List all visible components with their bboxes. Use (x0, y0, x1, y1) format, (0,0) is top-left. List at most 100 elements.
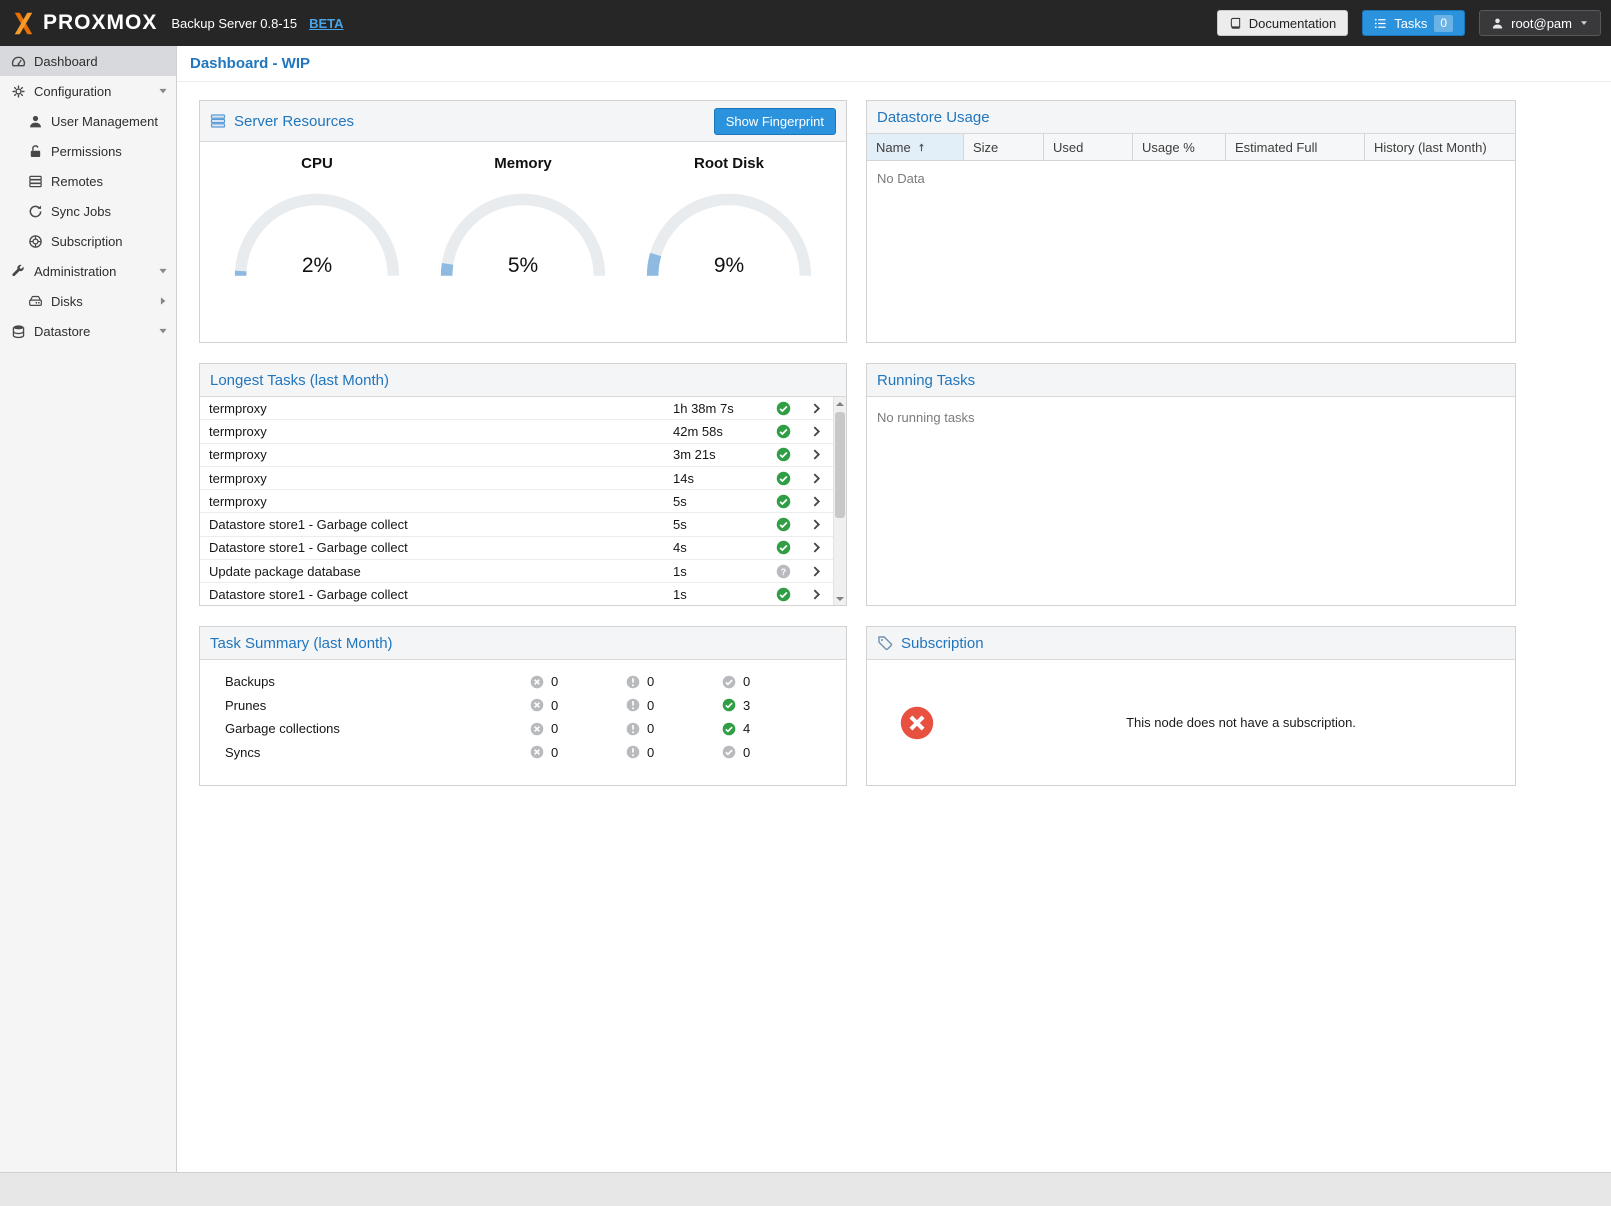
gauge-label: CPU (301, 155, 333, 172)
tasks-label: Tasks (1394, 16, 1427, 31)
tasks-button[interactable]: Tasks 0 (1362, 10, 1465, 36)
task-duration: 14s (673, 471, 768, 486)
task-row[interactable]: termproxy 3m 21s (200, 444, 833, 467)
scroll-track[interactable] (834, 410, 846, 592)
ok-status-icon (768, 401, 799, 416)
gauge-arc: 9% (640, 187, 818, 282)
sidebar-item-subscription[interactable]: Subscription (0, 226, 176, 256)
sidebar-item-disks[interactable]: Disks (0, 286, 176, 316)
task-name: termproxy (200, 447, 673, 462)
panel-running-tasks: Running Tasks No running tasks (866, 363, 1516, 606)
check-circle-icon (722, 698, 736, 712)
sidebar-item-label: Disks (51, 294, 149, 309)
task-duration: 1s (673, 587, 768, 602)
chevron-right-icon[interactable] (799, 425, 833, 438)
check-circle-icon (722, 745, 736, 759)
warning-count: 0 (647, 698, 654, 713)
task-summary-title: Task Summary (last Month) (210, 635, 393, 652)
caret-down-icon[interactable] (157, 85, 169, 97)
sidebar-item-dashboard[interactable]: Dashboard (0, 46, 176, 76)
longest-tasks-header: Longest Tasks (last Month) (200, 364, 846, 397)
show-fingerprint-button[interactable]: Show Fingerprint (714, 108, 836, 135)
warning-count-group: 0 (626, 698, 722, 713)
sidebar-item-permissions[interactable]: Permissions (0, 136, 176, 166)
column-header-usage-[interactable]: Usage % (1133, 134, 1226, 160)
task-summary-row: Syncs 0 0 0 (200, 741, 846, 765)
unlock-icon (28, 144, 43, 159)
scroll-down-button[interactable] (834, 592, 846, 605)
caret-down-icon[interactable] (157, 325, 169, 337)
sidebar-item-remotes[interactable]: Remotes (0, 166, 176, 196)
chevron-right-icon[interactable] (799, 495, 833, 508)
gauge-label: Root Disk (694, 155, 764, 172)
column-header-label: Name (876, 140, 911, 155)
server-icon (28, 174, 43, 189)
documentation-button[interactable]: Documentation (1217, 10, 1348, 36)
longest-tasks-title: Longest Tasks (last Month) (210, 372, 389, 389)
caret-down-icon[interactable] (157, 265, 169, 277)
gauge-value: 5% (434, 254, 612, 278)
user-icon (28, 114, 43, 129)
subscription-icon-wrap (867, 705, 967, 741)
task-row[interactable]: termproxy 1h 38m 7s (200, 397, 833, 420)
column-header-used[interactable]: Used (1044, 134, 1133, 160)
task-row[interactable]: Datastore store1 - Garbage collect 5s (200, 513, 833, 536)
app-window: PROXMOX Backup Server 0.8-15 BETA Docume… (0, 0, 1611, 1206)
ok-count: 3 (743, 698, 750, 713)
column-header-size[interactable]: Size (964, 134, 1044, 160)
caret-right-icon[interactable] (157, 295, 169, 307)
sidebar-item-label: Administration (34, 264, 149, 279)
task-row[interactable]: termproxy 14s (200, 467, 833, 490)
chevron-right-icon[interactable] (799, 448, 833, 461)
column-header-name[interactable]: Name (867, 134, 964, 160)
task-row[interactable]: Datastore store1 - Garbage collect 1s (200, 583, 833, 605)
times-circle-icon (530, 722, 544, 736)
check-circle-icon (722, 675, 736, 689)
task-summary-body: Backups 0 0 0 Prunes 0 0 3 Garbage colle (200, 660, 846, 785)
scroll-thumb[interactable] (835, 412, 845, 518)
task-duration: 3m 21s (673, 447, 768, 462)
column-header-history-last-month-[interactable]: History (last Month) (1365, 134, 1515, 160)
ok-status-icon (768, 540, 799, 555)
column-header-label: Estimated Full (1235, 140, 1317, 155)
ok-count-group: 4 (722, 721, 818, 736)
longest-tasks-list: termproxy 1h 38m 7s termproxy 42m 58s te… (200, 397, 833, 605)
column-header-estimated-full[interactable]: Estimated Full (1226, 134, 1365, 160)
chevron-right-icon[interactable] (799, 472, 833, 485)
sidebar-item-sync-jobs[interactable]: Sync Jobs (0, 196, 176, 226)
chevron-right-icon[interactable] (799, 518, 833, 531)
sidebar-item-configuration[interactable]: Configuration (0, 76, 176, 106)
proxmox-x-icon (10, 10, 37, 37)
task-name: Datastore store1 - Garbage collect (200, 587, 673, 602)
ok-status-icon (768, 517, 799, 532)
ok-count: 0 (743, 674, 750, 689)
task-row[interactable]: Update package database 1s (200, 560, 833, 583)
sidebar-item-datastore[interactable]: Datastore (0, 316, 176, 346)
panel-longest-tasks: Longest Tasks (last Month) termproxy 1h … (199, 363, 847, 606)
task-row[interactable]: termproxy 5s (200, 490, 833, 513)
exclamation-circle-icon (626, 698, 640, 712)
sidebar-item-user-management[interactable]: User Management (0, 106, 176, 136)
beta-link[interactable]: BETA (309, 16, 343, 31)
warning-count-group: 0 (626, 721, 722, 736)
sidebar-item-administration[interactable]: Administration (0, 256, 176, 286)
ok-status-icon (768, 587, 799, 602)
chevron-right-icon[interactable] (799, 565, 833, 578)
task-summary-label: Backups (200, 674, 530, 689)
running-tasks-header: Running Tasks (867, 364, 1515, 397)
warning-count-group: 0 (626, 745, 722, 760)
scrollbar[interactable] (833, 397, 846, 605)
task-row[interactable]: Datastore store1 - Garbage collect 4s (200, 537, 833, 560)
chevron-right-icon[interactable] (799, 402, 833, 415)
gauge-value: 9% (640, 254, 818, 278)
unknown-status-icon (768, 564, 799, 579)
user-menu-button[interactable]: root@pam (1479, 10, 1601, 36)
task-name: termproxy (200, 494, 673, 509)
brand-text: PROXMOX (43, 11, 157, 35)
chevron-right-icon[interactable] (799, 588, 833, 601)
task-row[interactable]: termproxy 42m 58s (200, 420, 833, 443)
subscription-message: This node does not have a subscription. (967, 715, 1515, 730)
gauge: Memory 5% (420, 155, 626, 282)
chevron-right-icon[interactable] (799, 541, 833, 554)
scroll-up-button[interactable] (834, 397, 846, 410)
